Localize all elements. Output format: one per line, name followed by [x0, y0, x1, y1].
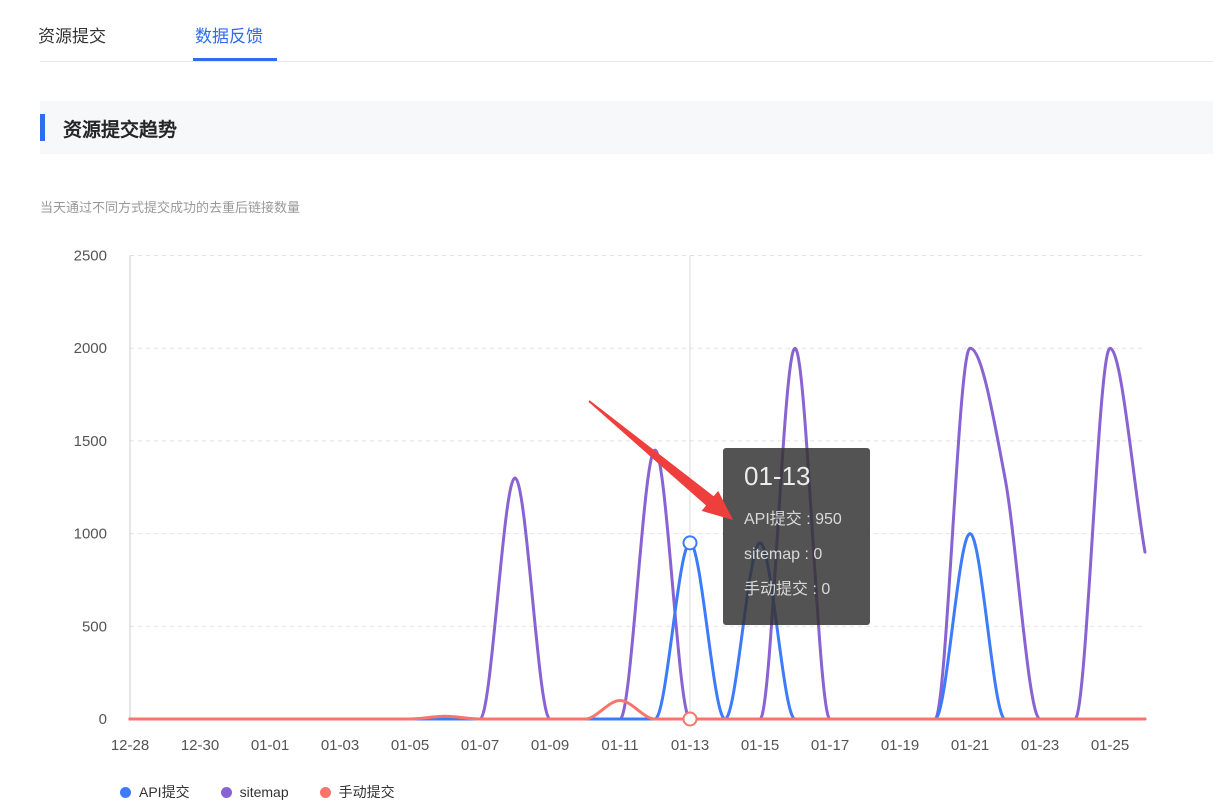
y-tick-label: 1500 — [74, 433, 107, 450]
x-tick-label: 01-21 — [951, 737, 989, 754]
x-tick-label: 01-01 — [251, 737, 289, 754]
x-tick-label: 01-15 — [741, 737, 779, 754]
x-tick-label: 01-13 — [671, 737, 709, 754]
y-tick-label: 500 — [82, 618, 107, 635]
y-tick-label: 0 — [99, 711, 107, 728]
legend-dot-icon — [120, 786, 131, 798]
x-tick-label: 01-19 — [881, 737, 919, 754]
hover-marker-API提交 — [682, 535, 698, 551]
x-tick-label: 12-30 — [181, 737, 219, 754]
hover-marker-手动提交 — [682, 711, 698, 727]
x-tick-label: 01-25 — [1091, 737, 1129, 754]
x-tick-label: 01-17 — [811, 737, 849, 754]
series-line-手动提交 — [128, 698, 1147, 721]
tooltip-lines: API提交 : 950 sitemap : 0 手动提交 : 0 — [744, 502, 870, 607]
x-tick-label: 01-03 — [321, 737, 359, 754]
x-tick-label: 01-23 — [1021, 737, 1059, 754]
y-tick-label: 2500 — [74, 248, 107, 265]
legend-item-sitemap[interactable]: sitemap — [220, 784, 289, 800]
x-tick-label: 01-09 — [531, 737, 569, 754]
tooltip-line: sitemap : 0 — [744, 546, 823, 563]
tooltip-line: 手动提交 : 0 — [744, 581, 831, 598]
legend-item-API提交[interactable]: API提交 — [120, 782, 190, 801]
legend-item-手动提交[interactable]: 手动提交 — [319, 782, 395, 801]
tooltip-date: 01-13 — [744, 461, 811, 491]
y-tick-label: 1000 — [74, 526, 107, 543]
y-tick-label: 2000 — [74, 340, 107, 357]
legend-label: sitemap — [239, 784, 289, 800]
data-feedback-page: 资源提交 数据反馈 资源提交趋势 当天通过不同方式提交成功的去重后链接数量 05… — [0, 0, 1215, 801]
x-tick-label: 01-05 — [391, 737, 429, 754]
legend-dot-icon — [319, 786, 331, 798]
x-tick-label: 12-28 — [111, 737, 149, 754]
trend-chart-canvas[interactable]: 0 500 1000 1500 2000 2500 12-28 12-30 01-01 01-03… — [0, 0, 1215, 801]
chart-legend: API提交 sitemap 手动提交 — [120, 782, 395, 801]
legend-label: 手动提交 — [338, 784, 395, 800]
x-tick-label: 01-07 — [461, 737, 499, 754]
chart-tooltip: 01-13 API提交 : 950 sitemap : 0 手动提交 : 0 — [723, 448, 870, 625]
x-tick-label: 01-11 — [601, 737, 638, 754]
tooltip-line: API提交 : 950 — [744, 511, 842, 528]
legend-label: API提交 — [139, 784, 190, 800]
legend-dot-icon — [220, 786, 232, 798]
